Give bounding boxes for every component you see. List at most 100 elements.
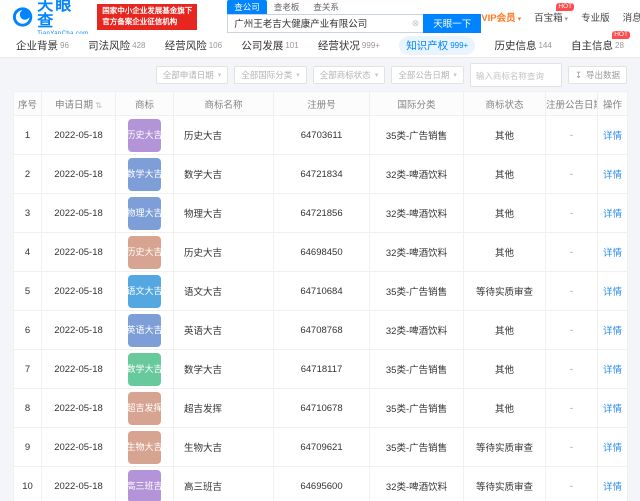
cell-mark-name: 历史大吉 bbox=[173, 115, 274, 155]
nav-tab[interactable]: 公司发展 101 bbox=[241, 38, 298, 53]
company-search-input[interactable] bbox=[228, 17, 424, 29]
chevron-down-icon: ▾ bbox=[453, 72, 457, 79]
cell-apply-date: 2022-05-18 bbox=[41, 193, 116, 233]
sort-icon[interactable]: ⇅ bbox=[93, 101, 102, 110]
cell-apply-date: 2022-05-18 bbox=[41, 232, 116, 272]
nav-tab-label: 自主信息 bbox=[571, 40, 614, 52]
nav-tab-label: 经营状况 bbox=[317, 40, 360, 52]
filter-dropdown[interactable]: 全部申请日期 ▾ bbox=[155, 66, 229, 84]
cell-mark-image: 高三班吉 bbox=[115, 466, 174, 501]
cell-action: 详情 bbox=[597, 115, 628, 155]
detail-link[interactable]: 详情 bbox=[603, 170, 622, 181]
chevron-down-icon: ▾ bbox=[374, 72, 379, 79]
tianyancha-logo-icon bbox=[12, 7, 33, 27]
cell-apply-date: 2022-05-18 bbox=[41, 349, 116, 389]
table-row: 6 2022-05-18 英语大吉 英语大吉 64708768 32类-啤酒饮料 其他 - 详情 bbox=[13, 310, 628, 350]
cell-apply-date: 2022-05-18 bbox=[41, 427, 116, 467]
search-box: ⊗ bbox=[227, 13, 424, 33]
nav-tab[interactable]: 经营状况 999+ bbox=[318, 38, 380, 53]
trademark-badge: 语文大吉 bbox=[127, 274, 163, 308]
promo-line2: 官方备案企业征信机构 bbox=[102, 17, 178, 26]
column-header: 序号 bbox=[13, 91, 42, 116]
cell-publish-date: - bbox=[545, 232, 598, 272]
filter-dropdown[interactable]: 全部商标状态 ▾ bbox=[312, 66, 386, 84]
cell-mark-image: 超吉发挥 bbox=[115, 388, 174, 428]
detail-link[interactable]: 详情 bbox=[603, 209, 622, 220]
detail-link[interactable]: 详情 bbox=[603, 287, 622, 298]
export-data-button[interactable]: ↧ 导出数据 bbox=[567, 66, 627, 84]
detail-link[interactable]: 详情 bbox=[603, 131, 622, 142]
search-tab[interactable]: 查公司 bbox=[227, 0, 267, 14]
trademark-name-search bbox=[469, 63, 562, 87]
search-submit-button[interactable]: 天眼一下 bbox=[423, 13, 482, 33]
tianyancha-logo[interactable]: 天眼查 TianYanCha.com bbox=[12, 0, 89, 37]
trademark-name-search-input[interactable] bbox=[475, 71, 556, 81]
cell-index: 5 bbox=[13, 271, 42, 311]
filter-dropdown[interactable]: 全部公告日期 ▾ bbox=[391, 66, 464, 84]
cell-intl-class: 35类-广告销售 bbox=[369, 349, 464, 389]
menu-item[interactable]: 消息中心 bbox=[623, 10, 640, 24]
nav-tab-label: 历史信息 bbox=[494, 40, 537, 52]
cell-status: 其他 bbox=[463, 388, 546, 428]
filter-dropdown[interactable]: 全部国际分类 ▾ bbox=[234, 66, 307, 84]
cell-publish-date: - bbox=[545, 388, 598, 428]
clear-search-icon[interactable]: ⊗ bbox=[412, 18, 420, 29]
nav-tab-count: 101 bbox=[285, 41, 299, 50]
export-label: 导出数据 bbox=[585, 70, 620, 80]
menu-item[interactable]: 百宝箱 ▾ HOT bbox=[534, 3, 575, 24]
cell-mark-name: 历史大吉 bbox=[173, 232, 274, 272]
detail-link[interactable]: 详情 bbox=[603, 248, 622, 259]
nav-tab[interactable]: 经营风险 106 bbox=[165, 38, 222, 53]
cell-index: 8 bbox=[13, 388, 42, 428]
filter-dropdown-label: 全部公告日期 bbox=[398, 70, 450, 80]
nav-tab-count: 999+ bbox=[450, 41, 469, 50]
search-tab[interactable]: 查老板 bbox=[267, 0, 307, 14]
cell-reg-number: 64718117 bbox=[273, 349, 370, 389]
top-right-menu: VIP会员 ▾百宝箱 ▾HOT专业版消息中心1九九三 ▾ bbox=[481, 3, 640, 24]
cell-index: 6 bbox=[13, 310, 42, 350]
search-type-tabs: 查公司 查老板 查关系 bbox=[227, 0, 481, 14]
menu-item-label: VIP会员 bbox=[481, 13, 516, 24]
cell-mark-image: 数学大吉 bbox=[115, 154, 174, 194]
column-header[interactable]: 注册公告日期 ⇅ bbox=[545, 91, 598, 116]
cell-mark-name: 数学大吉 bbox=[173, 349, 274, 389]
cell-reg-number: 64721856 bbox=[273, 193, 370, 233]
cell-status: 等待实质审查 bbox=[463, 427, 546, 467]
filter-dropdowns: 全部申请日期 ▾ 全部国际分类 ▾ 全部商标状态 ▾ 全部公告日期 ▾ bbox=[155, 66, 464, 84]
cell-mark-image: 物理大吉 bbox=[115, 193, 174, 233]
nav-tab[interactable]: 知识产权 999+ bbox=[399, 36, 476, 55]
cell-mark-name: 数学大吉 bbox=[173, 154, 274, 194]
cell-reg-number: 64703611 bbox=[273, 115, 370, 155]
cell-reg-number: 64695600 bbox=[273, 466, 370, 501]
chevron-down-icon: ▾ bbox=[296, 72, 300, 79]
hot-badge: HOT bbox=[556, 3, 575, 12]
filter-dropdown-label: 全部商标状态 bbox=[319, 70, 371, 80]
detail-link[interactable]: 详情 bbox=[603, 443, 622, 454]
hot-badge: HOT bbox=[612, 31, 630, 40]
cell-publish-date: - bbox=[545, 466, 598, 501]
detail-link[interactable]: 详情 bbox=[603, 365, 622, 376]
cell-mark-image: 历史大吉 bbox=[115, 115, 174, 155]
nav-tab[interactable]: 司法风险 428 bbox=[88, 38, 145, 53]
column-header[interactable]: 申请日期 ⇅ bbox=[41, 91, 116, 116]
nav-tab[interactable]: 企业背景 96 bbox=[16, 38, 69, 53]
cell-mark-image: 英语大吉 bbox=[115, 310, 174, 350]
detail-link[interactable]: 详情 bbox=[603, 482, 622, 493]
cell-apply-date: 2022-05-18 bbox=[41, 271, 116, 311]
detail-link[interactable]: 详情 bbox=[603, 404, 622, 415]
nav-tab[interactable]: 自主信息 28 HOT bbox=[571, 31, 630, 53]
search-tab[interactable]: 查关系 bbox=[306, 0, 346, 14]
table-row: 9 2022-05-18 生物大吉 生物大吉 64709621 35类-广告销售 等待实质审… bbox=[13, 427, 628, 467]
nav-tab[interactable]: 历史信息 144 bbox=[494, 38, 551, 53]
detail-link[interactable]: 详情 bbox=[603, 326, 622, 337]
top-header: 天眼查 TianYanCha.com 国家中小企业发展基金旗下 官方备案企业征信… bbox=[0, 0, 640, 37]
menu-item-label: 消息中心 bbox=[622, 13, 640, 24]
promo-line1: 国家中小企业发展基金旗下 bbox=[102, 6, 193, 16]
nav-tab-label: 司法风险 bbox=[88, 40, 131, 52]
menu-item[interactable]: 专业版 bbox=[581, 10, 610, 24]
cell-index: 9 bbox=[13, 427, 42, 467]
menu-item[interactable]: VIP会员 ▾ bbox=[481, 10, 521, 24]
cell-status: 其他 bbox=[463, 115, 546, 155]
cell-status: 其他 bbox=[463, 232, 546, 272]
trademark-badge: 历史大吉 bbox=[127, 118, 163, 152]
